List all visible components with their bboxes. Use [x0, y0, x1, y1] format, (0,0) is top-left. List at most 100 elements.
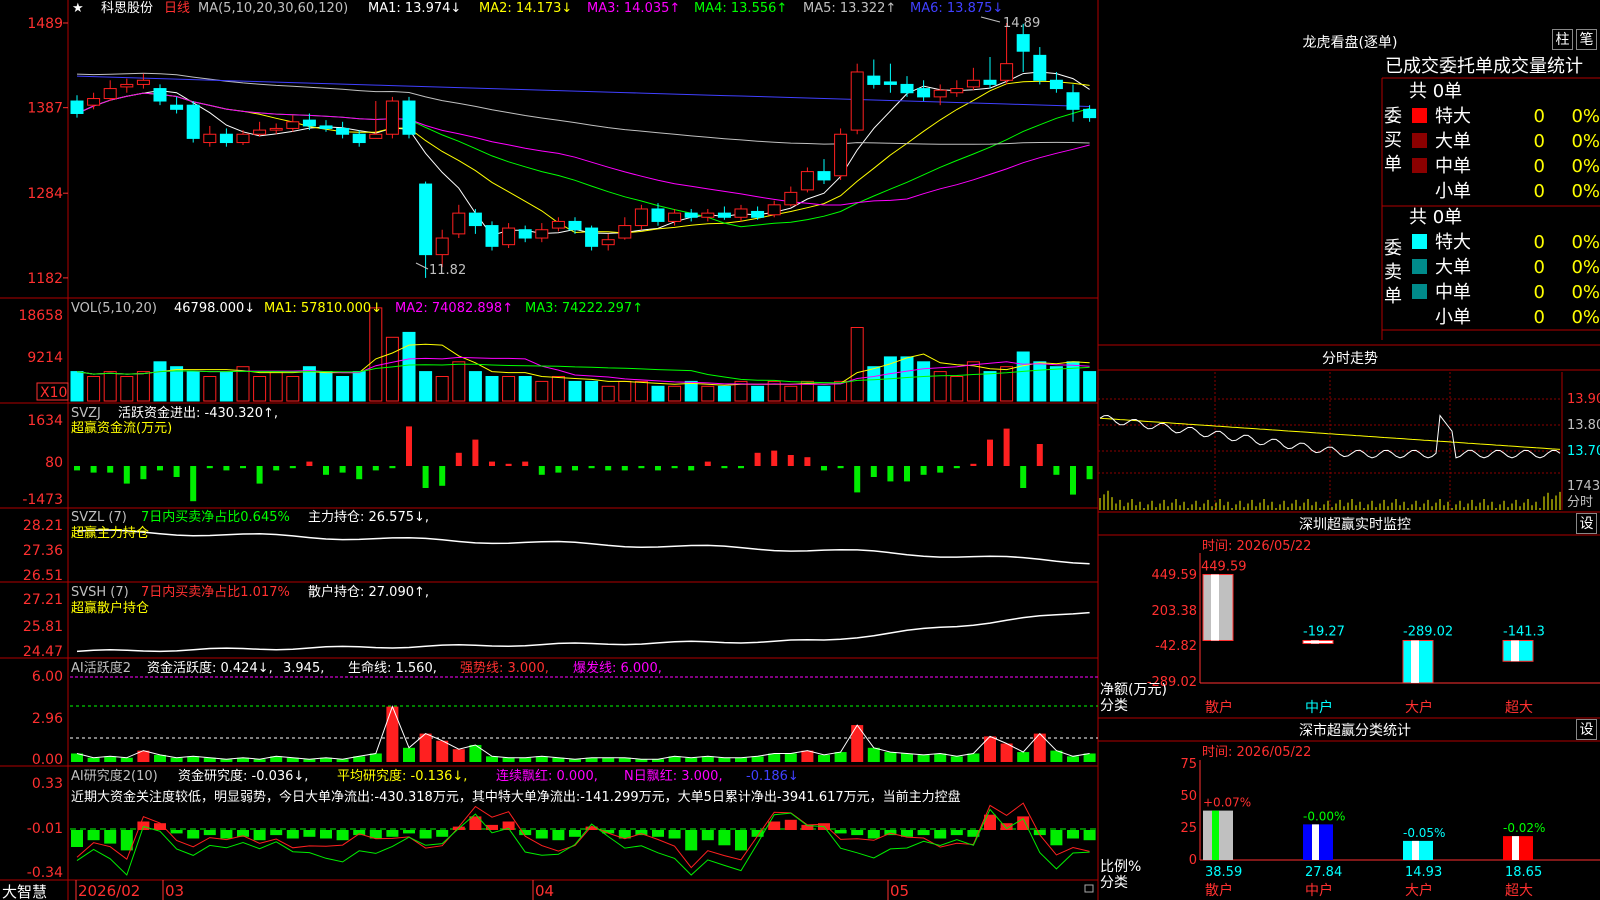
stat-bar-highlight	[1512, 836, 1519, 860]
ai-active-bar	[1017, 752, 1030, 762]
candle	[120, 78, 134, 93]
volume-bar	[601, 385, 615, 402]
candle-body	[701, 212, 715, 218]
fund-flow-bar	[173, 466, 180, 477]
svsh-main: 散户持仓: 27.090↑,	[308, 584, 429, 600]
candle-body	[186, 104, 200, 139]
ai-research-panel[interactable]: AI研究度2(10) 资金研究度: -0.036↓, 平均研究度: -0.136…	[27, 768, 1098, 881]
candle-body	[452, 212, 466, 235]
ai-research-bar	[71, 830, 83, 847]
svzj-panel[interactable]: SVZJ 活跃资金进出: -430.320↑, 超赢资金流(万元) 1634 8…	[22, 405, 1093, 508]
ai-research-bar	[701, 830, 714, 841]
stat-time: 时间: 2026/05/22	[1202, 745, 1311, 760]
ai-research-bar	[386, 830, 399, 837]
volume-bars	[70, 307, 1097, 402]
vol-axis: 18658 9214 X10	[18, 308, 69, 401]
order-count: 0	[1534, 181, 1545, 202]
ai-research-bar	[436, 830, 449, 837]
order-pct: 0%	[1571, 181, 1600, 202]
volume-panel[interactable]: VOL(5,10,20) 46798.000↓ MA1: 57810.000↓ …	[18, 301, 1097, 402]
ai-research-bar	[253, 830, 266, 841]
svsh-axis-tick: 24.47	[23, 644, 63, 660]
fund-flow-bar	[688, 466, 695, 471]
candle	[1066, 84, 1080, 122]
candle	[502, 223, 516, 248]
candle	[601, 233, 615, 251]
date-label: 03	[165, 882, 184, 900]
sz-realtime-monitor[interactable]: 深圳超赢实时监控 时间: 2026/05/22 449.59 散户 -19.27 中户…	[1100, 516, 1600, 716]
ai-research-bar	[668, 830, 681, 839]
sell-row-1: 大单 0 0%	[1412, 257, 1600, 278]
ai-active-panel[interactable]: AI活跃度2 资金活跃度: 0.424↓, 3.945, 生命线: 1.560,…	[32, 660, 1098, 768]
candle	[917, 80, 931, 102]
candle-body	[717, 212, 731, 218]
candle-body	[236, 133, 250, 144]
candle-body	[601, 239, 615, 246]
candle-body	[402, 100, 416, 135]
volume-bar	[419, 371, 433, 402]
stat-settings-button[interactable]: 设	[1576, 719, 1597, 740]
sz-class-stat[interactable]: 深市超赢分类统计 时间: 2026/05/22 +0.07% 38.59 散户 -0.…	[1100, 722, 1600, 899]
vol-unit: X10	[40, 385, 67, 401]
fund-flow-bar	[323, 466, 329, 475]
fund-flow-bar	[854, 466, 861, 493]
svsh-panel[interactable]: SVSH (7) 7日内买卖净占比1.017% 散户持仓: 27.090↑, 超…	[23, 584, 1090, 660]
order-count: 0	[1534, 131, 1545, 152]
candle-body	[70, 100, 84, 114]
svzl-sub: 超赢主力持仓	[71, 525, 149, 541]
fund-flow-bar	[588, 466, 595, 469]
ai-active-axis-tick: 6.00	[32, 669, 63, 685]
ai-research-bar	[1083, 830, 1096, 841]
ai-research-bar	[685, 830, 698, 851]
sell-label-3: 单	[1384, 286, 1402, 307]
fund-flow-bar	[621, 466, 628, 471]
candle-body	[468, 212, 482, 227]
ai-active-line	[76, 705, 1090, 760]
order-pct: 0%	[1571, 156, 1600, 177]
stat-change: +0.07%	[1203, 796, 1251, 810]
vol-ma2: MA2: 74082.898↑	[395, 301, 513, 316]
volume-bar	[253, 376, 267, 402]
ai-research-bar	[203, 830, 216, 836]
candle-body	[933, 89, 947, 98]
star-icon: ★	[72, 1, 84, 16]
fund-flow-bar	[206, 466, 213, 469]
sz-settings-button[interactable]: 设	[1576, 513, 1597, 534]
order-pct: 0%	[1571, 307, 1600, 328]
price-panel[interactable]: 1489 1387 1284 1182 14.89 11.82 ★ 科思股份 日线 M…	[27, 1, 1097, 287]
ai-research-d: N日飘红: 3.000,	[624, 768, 723, 784]
volume-bar	[966, 361, 980, 402]
candle-body	[1033, 54, 1047, 81]
buy-row-0: 特大 0 0%	[1412, 106, 1600, 127]
candle-body	[767, 204, 781, 216]
tick-view-button[interactable]: 笔	[1576, 29, 1597, 50]
svzj-label: SVZJ	[71, 406, 101, 421]
volume-bar	[120, 376, 134, 402]
ai-research-bar	[635, 830, 648, 836]
ai-research-bar	[286, 830, 299, 839]
candle-body	[485, 225, 499, 247]
volume-bar	[186, 371, 200, 402]
legend-swatch-icon	[1412, 158, 1427, 173]
svzl-panel[interactable]: SVZL (7) 7日内买卖净占比0.645% 主力持仓: 26.575↓, 超…	[23, 509, 1090, 584]
fund-flow-bar	[455, 452, 462, 466]
volume-bar	[203, 376, 217, 402]
candle-body	[153, 88, 167, 102]
high-price-annotation: 14.89	[1003, 16, 1040, 31]
minute-axis-tick: 13.70	[1567, 444, 1600, 459]
candle-body	[834, 133, 848, 177]
volume-bar	[651, 385, 665, 402]
sz-time: 时间: 2026/05/22	[1202, 539, 1311, 554]
minute-chart[interactable]: 分时走势 13.90 13.80 13.70 1743 分时	[1098, 351, 1600, 510]
candle-body	[87, 98, 101, 106]
minute-title: 分时走势	[1322, 351, 1378, 367]
column-view-button[interactable]: 柱	[1552, 29, 1573, 50]
candle-body	[850, 71, 864, 131]
minute-axis-tick: 13.90	[1567, 392, 1600, 407]
sell-total: 共 0单	[1409, 207, 1462, 228]
candle-body	[1049, 79, 1063, 90]
ai-research-axis: 0.33 -0.01 -0.34	[27, 776, 63, 881]
date-label: 04	[535, 882, 554, 900]
ai-active-e: 爆发线: 6.000,	[573, 660, 662, 676]
ai-active-bar	[1067, 756, 1079, 762]
